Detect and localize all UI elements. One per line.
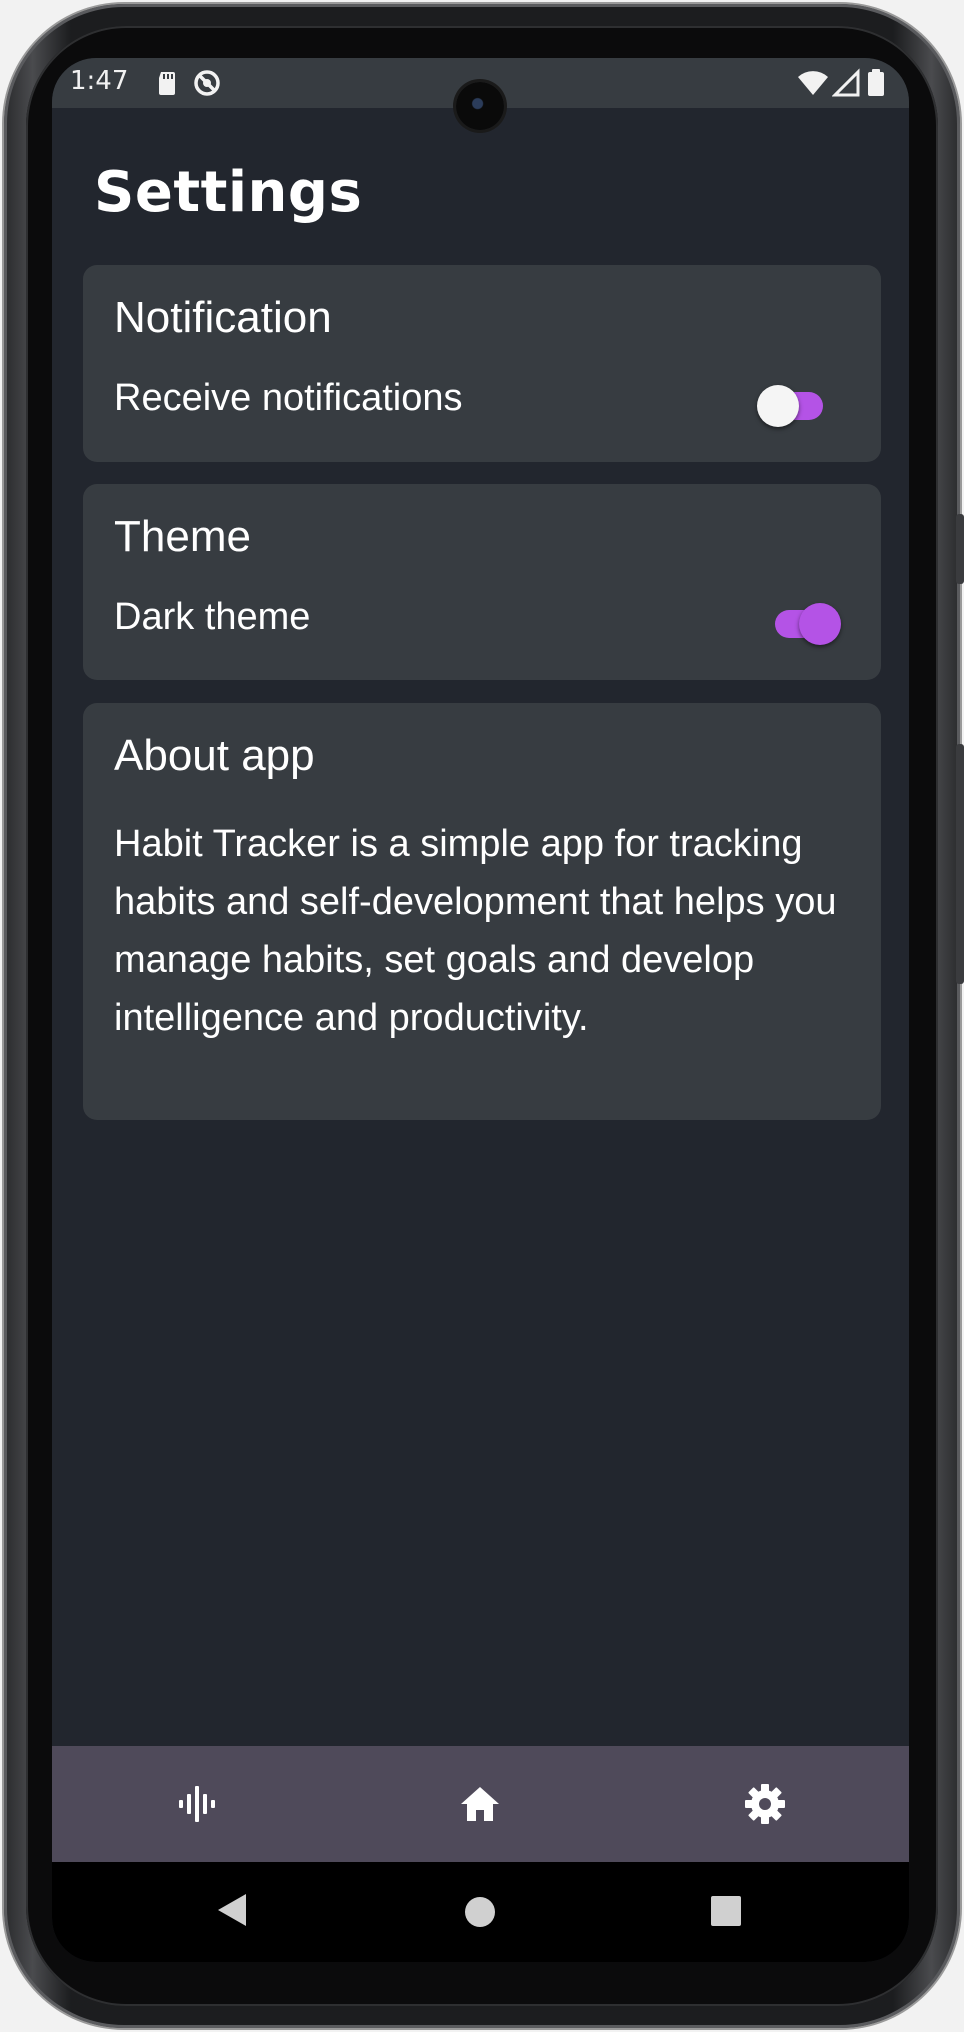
dark-theme-switch[interactable] <box>771 600 841 645</box>
recents-icon[interactable] <box>708 1893 744 1929</box>
no-disturb-icon <box>194 70 220 96</box>
volume-button <box>956 514 964 584</box>
settings-gear-icon <box>745 1784 785 1824</box>
notification-card-title: Notification <box>114 293 332 342</box>
home-circle-icon[interactable] <box>460 1892 500 1932</box>
theme-card-title: Theme <box>114 512 251 561</box>
back-icon[interactable] <box>214 1890 248 1930</box>
home-icon <box>461 1787 499 1821</box>
battery-icon <box>868 69 884 96</box>
power-button <box>956 744 964 984</box>
status-time: 1:47 <box>70 66 129 96</box>
settings-content: Settings Notification Receive notificati… <box>52 108 909 1746</box>
system-navigation-bar <box>52 1862 909 1962</box>
about-card: About app Habit Tracker is a simple app … <box>83 703 881 1120</box>
screen: 1:47 Settings Notification Receive notif… <box>52 58 909 1962</box>
signal-icon <box>832 68 860 97</box>
statistics-icon <box>179 1786 215 1822</box>
about-card-title: About app <box>114 731 315 780</box>
sd-card-icon <box>159 72 175 95</box>
bottom-navigation <box>52 1746 909 1862</box>
front-camera <box>456 82 504 130</box>
dark-theme-switch-thumb <box>799 603 841 645</box>
dark-theme-label: Dark theme <box>114 596 311 638</box>
notification-toggle-label: Receive notifications <box>114 377 463 419</box>
notifications-switch-thumb <box>757 385 799 427</box>
theme-card: Theme Dark theme <box>83 484 881 680</box>
nav-item-statistics[interactable] <box>136 1746 256 1862</box>
notification-card: Notification Receive notifications <box>83 265 881 462</box>
page-title: Settings <box>94 160 363 225</box>
wifi-icon <box>798 71 828 95</box>
nav-item-settings[interactable] <box>705 1746 825 1862</box>
notifications-switch[interactable] <box>757 382 827 427</box>
about-description: Habit Tracker is a simple app for tracki… <box>114 823 837 1039</box>
nav-item-home[interactable] <box>420 1746 540 1862</box>
